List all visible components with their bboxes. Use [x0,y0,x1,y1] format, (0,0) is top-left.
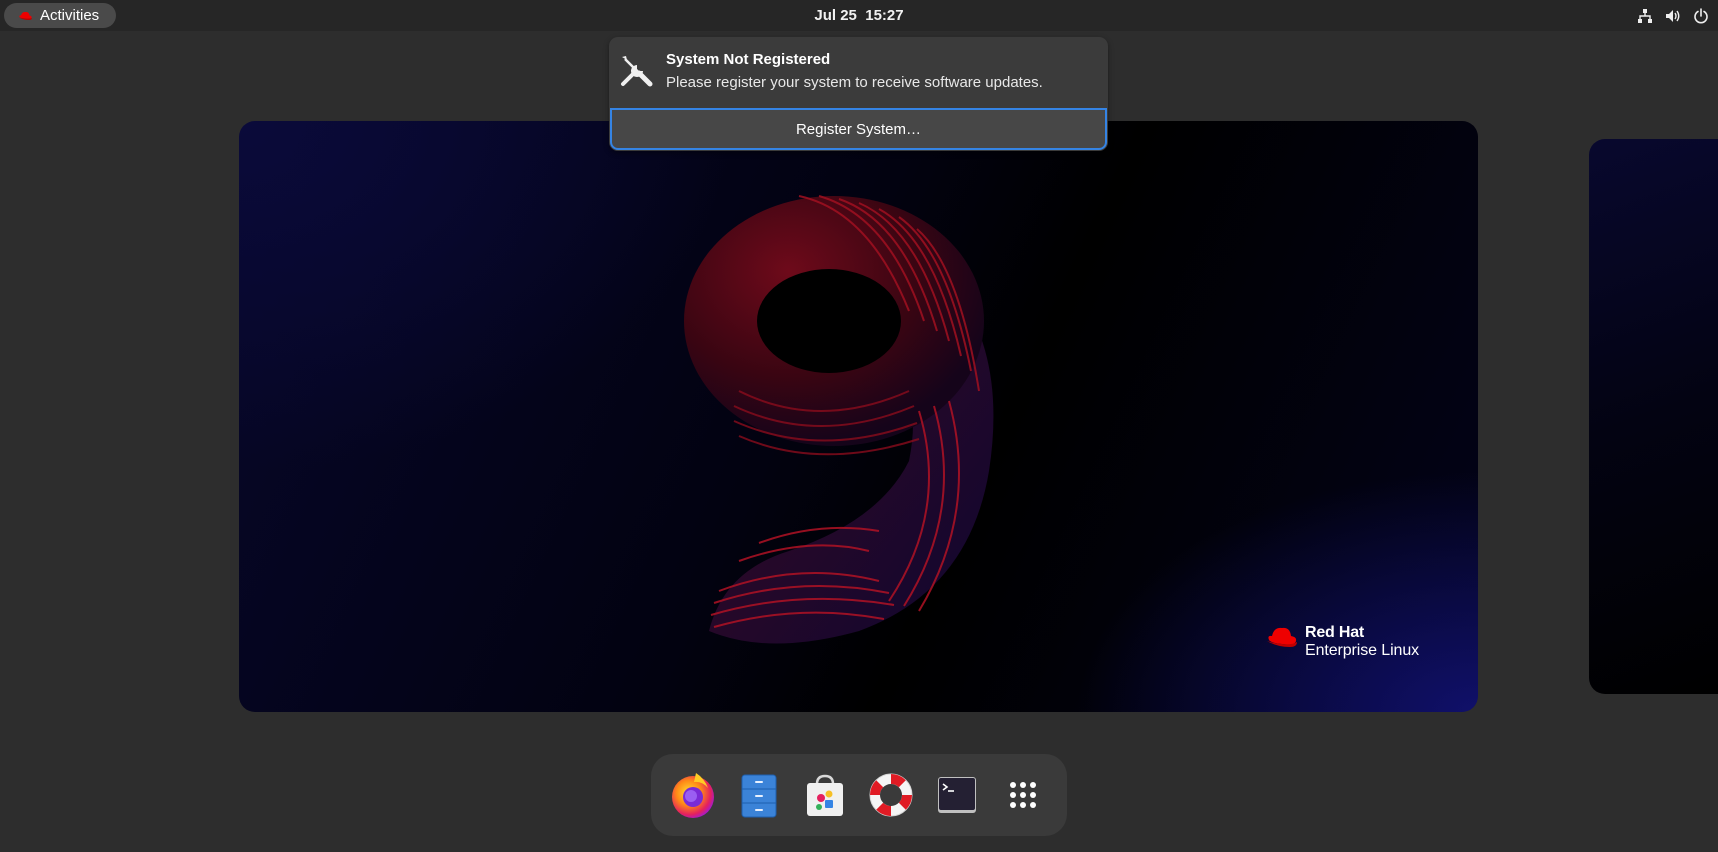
show-applications-button[interactable] [995,767,1051,823]
dash-item-help[interactable] [863,767,919,823]
app-grid-icon [1010,782,1036,808]
help-icon [869,773,913,817]
tools-icon [621,56,653,87]
notification-title: System Not Registered [666,51,831,68]
notification-banner[interactable]: System Not Registered Please register yo… [609,37,1108,151]
power-icon[interactable] [1692,7,1710,25]
notification-message: Please register your system to receive s… [666,74,1043,91]
workspace-thumbnail-current[interactable]: Red Hat Enterprise Linux [239,121,1478,712]
terminal-icon [938,777,976,813]
software-icon [807,774,843,816]
brand-line-1: Red Hat [1305,624,1365,641]
network-icon[interactable] [1636,7,1654,25]
workspace-thumbnail-next[interactable] [1589,139,1718,694]
clock-button[interactable]: Jul 25 15:27 [814,7,903,24]
volume-icon[interactable] [1664,7,1682,25]
activities-label: Activities [40,7,100,24]
redhat-enterprise-linux-logo: Red Hat Enterprise Linux [1265,624,1419,660]
system-tray[interactable] [1636,4,1710,28]
brand-line-2: Enterprise Linux [1305,642,1420,659]
register-system-button[interactable]: Register System… [610,108,1107,150]
notification-body[interactable]: System Not Registered Please register yo… [609,37,1108,108]
files-icon [741,774,777,818]
dash-item-firefox[interactable] [665,767,721,823]
top-bar: Activities Jul 25 15:27 [0,0,1718,31]
redhat-hat-icon [1267,627,1297,647]
dash [651,754,1067,836]
overview-screen: Activities Jul 25 15:27 Red Hat Enterpri… [0,0,1718,852]
firefox-icon [672,773,714,818]
redhat-hat-icon [19,11,32,20]
rhel-9-wallpaper-graphic [684,195,994,644]
dash-item-software[interactable] [797,767,853,823]
dash-item-files[interactable] [731,767,787,823]
activities-button[interactable]: Activities [4,3,116,28]
dash-item-terminal[interactable] [929,767,985,823]
